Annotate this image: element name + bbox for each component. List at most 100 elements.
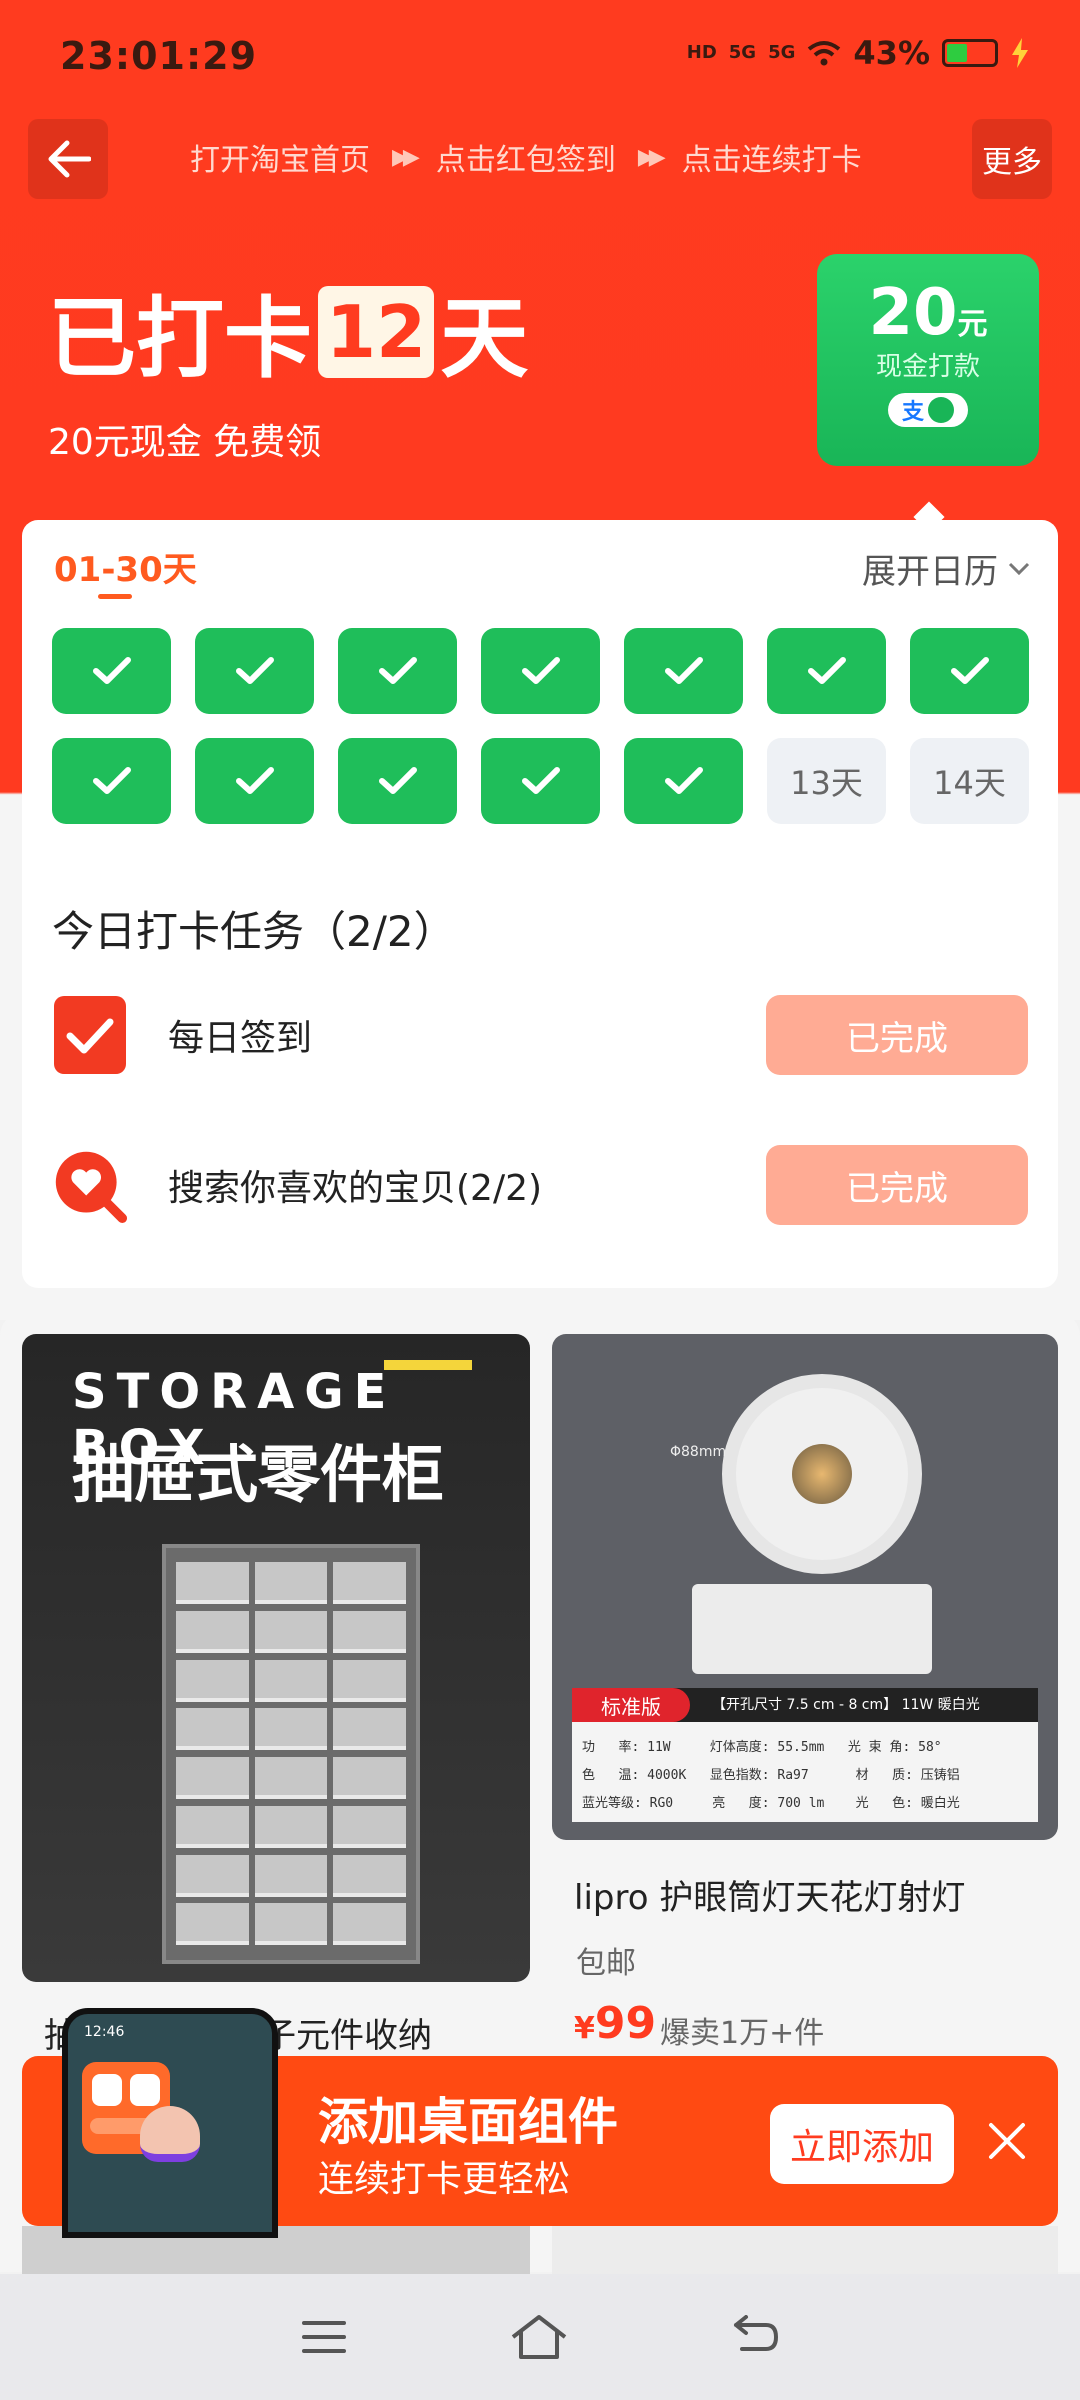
dimension-label: Φ88mm	[670, 1444, 727, 1460]
check-icon	[807, 657, 846, 684]
cabinet-illustration	[162, 1544, 420, 1964]
step-1: 打开淘宝首页	[190, 143, 370, 178]
widget-title: 添加桌面组件	[318, 2093, 618, 2151]
phone-preview-illustration: 12:46	[62, 2008, 278, 2238]
check-icon	[950, 657, 989, 684]
status-bar: 23:01:29 HD 5G 5G 43%	[0, 0, 1080, 115]
product-image-storage-cabinet[interactable]: STORAGE BOX 抽屉式零件柜	[22, 1334, 530, 1982]
phone-time: 12:46	[84, 2024, 125, 2040]
day-checked-cell[interactable]	[338, 738, 457, 824]
wifi-icon	[808, 41, 841, 66]
day-pending-cell[interactable]: 14天	[910, 738, 1029, 824]
spec-panel: 标准版 【开孔尺寸 7.5 cm - 8 cm】 11W 暖白光 功 率: 11…	[572, 1688, 1038, 1822]
product-price: ¥99	[574, 1998, 657, 2049]
cash-reward-card[interactable]: 20元 现金打款 支	[817, 254, 1039, 466]
task-completed-button[interactable]: 已完成	[766, 1145, 1028, 1225]
status-time: 23:01:29	[60, 34, 258, 78]
back-button[interactable]	[28, 119, 108, 199]
day-checked-cell[interactable]	[52, 738, 171, 824]
day-checked-cell[interactable]	[767, 628, 886, 714]
day-checked-cell[interactable]	[195, 738, 314, 824]
wechat-pay-icon	[928, 397, 954, 423]
double-arrow-icon: ▶▶	[637, 144, 666, 170]
checkin-hero: 已打卡 12 天 20元现金 免费领	[48, 268, 528, 465]
signal-5g-icon-2: 5G	[768, 42, 796, 63]
signal-5g-icon: 5G	[728, 42, 757, 63]
day-checked-cell[interactable]	[481, 738, 600, 824]
check-icon	[521, 657, 560, 684]
check-icon	[92, 767, 131, 794]
day-checked-cell[interactable]	[338, 628, 457, 714]
alipay-icon: 支	[901, 400, 924, 425]
day-checked-cell[interactable]	[195, 628, 314, 714]
check-icon	[235, 657, 274, 684]
checkin-title: 已打卡 12 天	[48, 268, 528, 395]
spec-version-tag: 标准版	[572, 1688, 690, 1722]
sales-count: 爆卖1万+件	[660, 2016, 825, 2051]
widget-subtitle: 连续打卡更轻松	[318, 2159, 571, 2200]
chevron-down-icon	[1008, 562, 1030, 575]
search-heart-icon	[52, 1144, 128, 1226]
shipping-tag: 包邮	[576, 1946, 636, 1981]
close-banner-button[interactable]	[982, 2116, 1032, 2166]
task-label: 搜索你喜欢的宝贝(2/2)	[168, 1168, 543, 1209]
home-icon[interactable]	[509, 2313, 569, 2361]
battery-icon	[942, 39, 998, 67]
title-prefix: 已打卡	[48, 287, 313, 390]
task-row-search: 搜索你喜欢的宝贝(2/2) 已完成	[52, 1140, 1028, 1230]
check-icon	[378, 657, 417, 684]
day-checked-cell[interactable]	[624, 628, 743, 714]
calendar-grid: 13天 14天	[52, 628, 1029, 824]
cash-amount: 20元	[868, 276, 988, 350]
status-icons: HD 5G 5G 43%	[687, 34, 1030, 72]
payment-icons: 支	[888, 393, 968, 427]
expand-calendar-label: 展开日历	[862, 552, 998, 592]
spec-headline: 【开孔尺寸 7.5 cm - 8 cm】 11W 暖白光	[712, 1697, 980, 1713]
add-widget-button[interactable]: 立即添加	[770, 2104, 954, 2184]
step-2: 点击红包签到	[435, 143, 616, 178]
day-pending-cell[interactable]: 13天	[767, 738, 886, 824]
driver-box-illustration	[692, 1584, 932, 1674]
checkin-days-count: 12	[318, 285, 435, 378]
task-row-daily-signin: 每日签到 已完成	[52, 990, 1028, 1080]
day-checked-cell[interactable]	[910, 628, 1029, 714]
system-navigation-bar	[0, 2274, 1080, 2400]
charging-icon	[1012, 38, 1028, 68]
top-nav: 打开淘宝首页 ▶▶ 点击红包签到 ▶▶ 点击连续打卡 更多	[0, 115, 1080, 200]
tab-day-range[interactable]: 01-30天	[54, 542, 197, 591]
expand-calendar-button[interactable]: 展开日历	[862, 544, 1030, 593]
spec-rows: 功 率: 11W 灯体高度: 55.5mm 光 束 角: 58° 色 温: 40…	[582, 1740, 960, 1811]
double-arrow-icon: ▶▶	[392, 144, 420, 170]
menu-icon[interactable]	[300, 2317, 348, 2357]
back-arrow-icon	[48, 140, 91, 178]
day-checked-cell[interactable]	[481, 628, 600, 714]
cash-label: 现金打款	[875, 352, 980, 382]
task-label: 每日签到	[168, 1018, 313, 1059]
back-nav-icon[interactable]	[730, 2315, 780, 2359]
checkbox-icon	[52, 994, 128, 1076]
check-icon	[664, 767, 703, 794]
battery-percent: 43%	[853, 34, 930, 72]
product-title-right[interactable]: lipro 护眼筒灯天花灯射灯	[574, 1870, 965, 1919]
product-image-downlight[interactable]: Φ88mm 标准版 【开孔尺寸 7.5 cm - 8 cm】 11W 暖白光 功…	[552, 1334, 1058, 1840]
hand-pointer-icon	[140, 2106, 200, 2162]
step-3: 点击连续打卡	[681, 143, 862, 178]
tasks-title: 今日打卡任务（2/2）	[52, 907, 456, 956]
check-icon	[521, 767, 560, 794]
day-checked-cell[interactable]	[52, 628, 171, 714]
close-icon	[989, 2123, 1025, 2159]
next-product-right[interactable]	[552, 2226, 1058, 2274]
title-suffix: 天	[440, 287, 529, 390]
day-checked-cell[interactable]	[624, 738, 743, 824]
reward-subtitle: 20元现金 免费领	[48, 422, 322, 463]
check-icon	[92, 657, 131, 684]
checkin-card: 01-30天 展开日历 13天 14天 今日打卡任务（2/2） 每日签到 已完成 …	[22, 520, 1058, 1288]
guide-steps: 打开淘宝首页 ▶▶ 点击红包签到 ▶▶ 点击连续打卡	[190, 135, 862, 179]
task-completed-button[interactable]: 已完成	[766, 995, 1028, 1075]
check-icon	[378, 767, 417, 794]
check-icon	[664, 657, 703, 684]
downlight-illustration	[722, 1374, 922, 1574]
hd-icon: HD	[686, 42, 717, 63]
more-button[interactable]: 更多	[972, 119, 1052, 199]
image-title: 抽屉式零件柜	[72, 1438, 445, 1511]
